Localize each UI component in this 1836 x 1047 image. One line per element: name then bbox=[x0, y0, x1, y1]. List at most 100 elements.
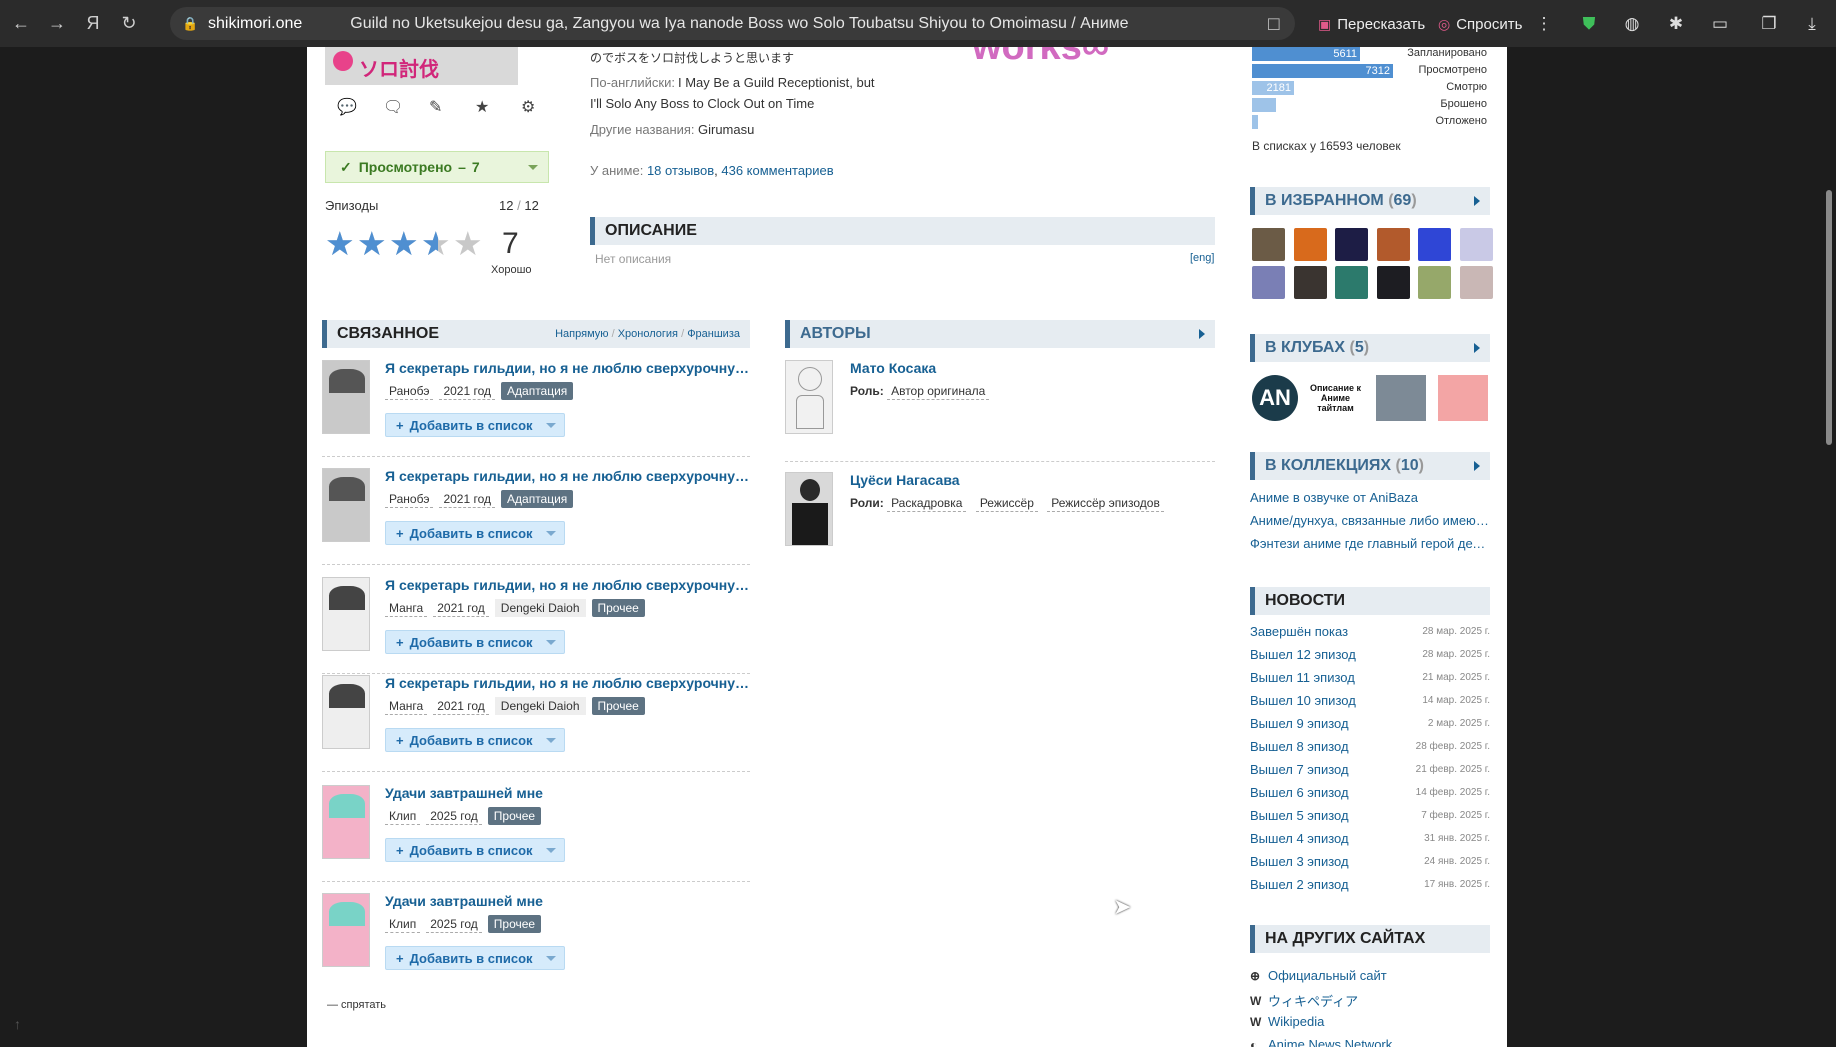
favourite-avatar[interactable] bbox=[1335, 266, 1368, 299]
back-icon[interactable]: ← bbox=[6, 9, 36, 39]
other-site-item[interactable]: ◐ Anime News Network bbox=[1250, 1037, 1392, 1047]
club-avatar[interactable] bbox=[1438, 375, 1488, 421]
role-tag[interactable]: Раскадровка bbox=[887, 495, 967, 512]
rating-star-icon[interactable]: ★ ★ bbox=[389, 227, 419, 260]
tag-year[interactable]: 2021 год bbox=[439, 491, 496, 508]
download-icon[interactable]: ⤓ bbox=[1800, 12, 1824, 36]
news-item[interactable]: Вышел 12 эпизод 28 мар. 2025 г. bbox=[1250, 647, 1490, 662]
tag-kind[interactable]: Манга bbox=[385, 698, 428, 715]
news-title[interactable]: Вышел 4 эпизод bbox=[1250, 831, 1349, 846]
related-title[interactable]: Я секретарь гильдии, но я не люблю сверх… bbox=[385, 577, 750, 593]
favourite-star-icon[interactable]: ★ bbox=[475, 97, 489, 117]
reviews-link[interactable]: 18 отзывов bbox=[647, 163, 714, 178]
tag-year[interactable]: 2021 год bbox=[433, 600, 489, 617]
news-item[interactable]: Вышел 7 эпизод 21 февр. 2025 г. bbox=[1250, 762, 1490, 777]
clubs-header[interactable]: В КЛУБАХ (5) bbox=[1250, 334, 1490, 362]
ask-button[interactable]: ◎ Спросить bbox=[1438, 11, 1522, 37]
club-avatar[interactable]: Описание к Аниме тайтлам bbox=[1308, 375, 1363, 421]
hide-related-link[interactable]: — спрятать bbox=[327, 999, 386, 1011]
add-to-list-button[interactable]: + Добавить в список bbox=[385, 728, 565, 752]
news-title[interactable]: Вышел 2 эпизод bbox=[1250, 877, 1349, 892]
other-site-link[interactable]: ウィキペディア bbox=[1268, 991, 1358, 1010]
add-to-list-button[interactable]: + Добавить в список bbox=[385, 946, 565, 970]
news-title[interactable]: Завершён показ bbox=[1250, 624, 1348, 639]
related-title[interactable]: Я секретарь гильдии, но я не люблю сверх… bbox=[385, 468, 750, 484]
studio-logo[interactable]: works∞ bbox=[972, 47, 1109, 61]
episodes-counter[interactable]: 12 / 12 bbox=[499, 198, 539, 213]
other-site-item[interactable]: W Wikipedia bbox=[1250, 1014, 1324, 1029]
related-thumbnail[interactable] bbox=[322, 785, 370, 859]
tag-year[interactable]: 2025 год bbox=[426, 808, 482, 825]
shield-icon[interactable]: ⛊ bbox=[1577, 12, 1601, 36]
collections-icon[interactable]: ❐ bbox=[1757, 12, 1781, 36]
news-title[interactable]: Вышел 5 эпизод bbox=[1250, 808, 1349, 823]
rating-star-icon[interactable]: ★ bbox=[453, 227, 483, 260]
tag-year[interactable]: 2021 год bbox=[433, 698, 489, 715]
related-title[interactable]: Удачи завтрашней мне bbox=[385, 893, 750, 909]
favourite-avatar[interactable] bbox=[1459, 228, 1493, 261]
news-title[interactable]: Вышел 6 эпизод bbox=[1250, 785, 1349, 800]
add-to-list-button[interactable]: + Добавить в список bbox=[385, 521, 565, 545]
news-item[interactable]: Вышел 8 эпизод 28 февр. 2025 г. bbox=[1250, 739, 1490, 754]
tag-kind[interactable]: Клип bbox=[385, 808, 421, 825]
extensions-icon[interactable]: ✱ bbox=[1664, 12, 1688, 36]
news-item[interactable]: Вышел 11 эпизод 21 мар. 2025 г. bbox=[1250, 670, 1490, 685]
favourite-avatar[interactable] bbox=[1293, 266, 1327, 299]
tag-kind[interactable]: Ранобэ bbox=[385, 383, 434, 400]
comments-icon[interactable]: 💬 bbox=[337, 97, 357, 117]
author-photo[interactable] bbox=[785, 360, 833, 434]
collection-link[interactable]: Фэнтези аниме где главный герой делает bbox=[1250, 536, 1490, 551]
favourite-avatar[interactable] bbox=[1418, 228, 1451, 261]
rating-star-icon[interactable]: ★ ★ bbox=[357, 227, 387, 260]
related-title[interactable]: Я секретарь гильдии, но я не люблю сверх… bbox=[385, 675, 750, 691]
role-tag[interactable]: Режиссёр эпизодов bbox=[1047, 495, 1164, 512]
rating-star-icon[interactable]: ★ ★ bbox=[421, 227, 451, 260]
other-site-link[interactable]: Wikipedia bbox=[1268, 1014, 1324, 1029]
bookmark-icon[interactable]: ☐ bbox=[1267, 15, 1281, 35]
other-site-item[interactable]: ⊕ Официальный сайт bbox=[1250, 968, 1387, 983]
anime-poster[interactable]: ソロ討伐 bbox=[325, 47, 518, 85]
add-to-list-button[interactable]: + Добавить в список bbox=[385, 630, 565, 654]
scrollbar-thumb[interactable] bbox=[1826, 190, 1832, 445]
news-item[interactable]: Вышел 9 эпизод 2 мар. 2025 г. bbox=[1250, 716, 1490, 731]
news-title[interactable]: Вышел 8 эпизод bbox=[1250, 739, 1349, 754]
favourite-avatar[interactable] bbox=[1252, 228, 1285, 261]
tag-magazine[interactable]: Dengeki Daioh bbox=[494, 599, 586, 617]
related-thumbnail[interactable] bbox=[322, 893, 370, 967]
club-avatar[interactable] bbox=[1376, 375, 1426, 421]
role-tag[interactable]: Автор оригинала bbox=[887, 383, 990, 400]
favourites-header[interactable]: В ИЗБРАННОМ (69) bbox=[1250, 187, 1490, 215]
user-status-dropdown[interactable]: ✓ Просмотрено – 7 bbox=[325, 151, 549, 183]
comments-link[interactable]: 436 комментариев bbox=[721, 163, 833, 178]
tag-kind[interactable]: Ранобэ bbox=[385, 491, 434, 508]
favourite-avatar[interactable] bbox=[1418, 266, 1451, 299]
favourite-avatar[interactable] bbox=[1252, 266, 1285, 299]
description-eng-link[interactable]: [eng] bbox=[1190, 252, 1214, 264]
other-site-link[interactable]: Anime News Network bbox=[1268, 1037, 1392, 1047]
author-name[interactable]: Мато Косака bbox=[850, 360, 936, 376]
favourite-avatar[interactable] bbox=[1376, 266, 1410, 299]
tag-year[interactable]: 2021 год bbox=[439, 383, 496, 400]
tag-magazine[interactable]: Dengeki Daioh bbox=[494, 697, 586, 715]
other-site-item[interactable]: W ウィキペディア bbox=[1250, 991, 1358, 1010]
news-item[interactable]: Вышел 10 эпизод 14 мар. 2025 г. bbox=[1250, 693, 1490, 708]
related-thumbnail[interactable] bbox=[322, 468, 370, 542]
rating-star-icon[interactable]: ★ ★ bbox=[325, 227, 355, 260]
tag-kind[interactable]: Манга bbox=[385, 600, 428, 617]
news-title[interactable]: Вышел 3 эпизод bbox=[1250, 854, 1349, 869]
author-photo[interactable] bbox=[785, 472, 833, 546]
add-to-list-button[interactable]: + Добавить в список bbox=[385, 838, 565, 862]
authors-header[interactable]: АВТОРЫ bbox=[785, 320, 1215, 348]
cast-icon[interactable]: ▭ bbox=[1708, 12, 1732, 36]
filter-chronology[interactable]: Хронология bbox=[618, 328, 678, 340]
role-tag[interactable]: Режиссёр bbox=[975, 495, 1038, 512]
collection-link[interactable]: Аниме/дунхуа, связанные либо имеющие bbox=[1250, 513, 1490, 528]
menu-dots-icon[interactable]: ⋮ bbox=[1532, 12, 1556, 36]
news-item[interactable]: Вышел 4 эпизод 31 янв. 2025 г. bbox=[1250, 831, 1490, 846]
news-item[interactable]: Вышел 2 эпизод 17 янв. 2025 г. bbox=[1250, 877, 1490, 892]
news-title[interactable]: Вышел 11 эпизод bbox=[1250, 670, 1355, 685]
other-site-link[interactable]: Официальный сайт bbox=[1268, 968, 1387, 983]
tag-year[interactable]: 2025 год bbox=[426, 916, 482, 933]
news-item[interactable]: Вышел 5 эпизод 7 февр. 2025 г. bbox=[1250, 808, 1490, 823]
address-bar[interactable]: 🔒 shikimori.one Guild no Uketsukejou des… bbox=[170, 7, 1295, 40]
